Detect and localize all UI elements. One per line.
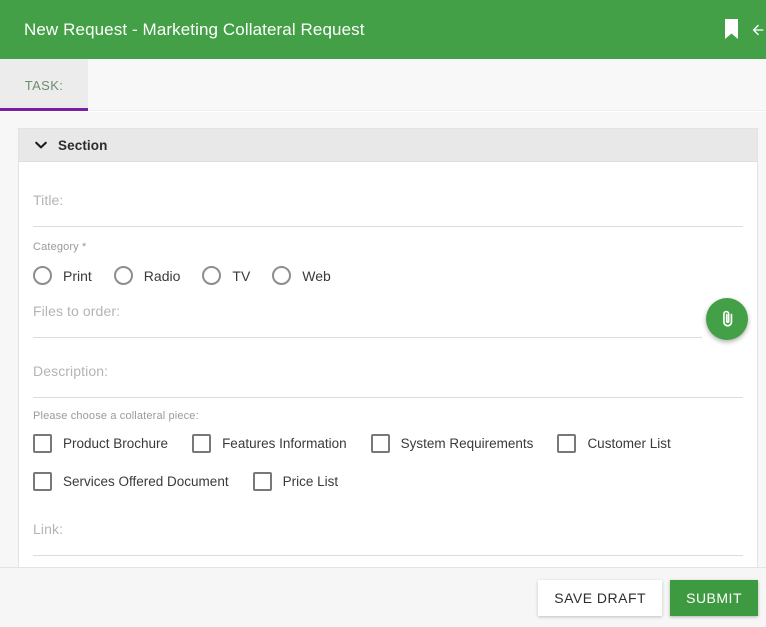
checkbox-features-information[interactable]: Features Information xyxy=(192,434,347,453)
title-underline xyxy=(33,226,743,227)
field-category: Category * Print Radio TV Web xyxy=(33,227,743,285)
checkbox-price-list[interactable]: Price List xyxy=(252,472,339,491)
checkbox-services-offered-document-box[interactable] xyxy=(33,472,52,491)
chevron-down-icon[interactable] xyxy=(33,137,49,153)
title-placeholder: Title: xyxy=(33,192,64,208)
checkbox-system-requirements[interactable]: System Requirements xyxy=(370,434,534,453)
section-header[interactable]: Section xyxy=(19,129,757,162)
checkbox-price-list-label: Price List xyxy=(282,474,339,489)
app-bar: New Request - Marketing Collateral Reque… xyxy=(0,0,766,59)
checkbox-customer-list-box[interactable] xyxy=(557,434,577,453)
back-arrow-icon[interactable] xyxy=(750,15,766,45)
form-page: Section Title: Category * Print Radio TV… xyxy=(0,112,766,627)
checkbox-system-requirements-label: System Requirements xyxy=(400,436,534,451)
form-body: Title: Category * Print Radio TV Web Fil… xyxy=(19,162,757,570)
radio-radio[interactable]: Radio xyxy=(113,266,181,285)
field-title[interactable]: Title: xyxy=(33,162,743,227)
link-underline xyxy=(33,555,743,556)
radio-web[interactable]: Web xyxy=(272,266,331,285)
form-footer: SAVE DRAFT SUBMIT xyxy=(0,567,766,627)
description-placeholder: Description: xyxy=(33,363,109,379)
tab-task-label: TASK: xyxy=(24,77,64,93)
radio-print-circle[interactable] xyxy=(33,266,52,285)
radio-tv-label: TV xyxy=(232,267,251,284)
app-bar-actions xyxy=(718,15,766,45)
radio-web-label: Web xyxy=(302,267,331,284)
radio-tv[interactable]: TV xyxy=(202,266,250,285)
checkbox-customer-list-label: Customer List xyxy=(587,436,671,451)
checkbox-product-brochure-label: Product Brochure xyxy=(63,436,169,451)
radio-web-circle[interactable] xyxy=(272,266,292,285)
bookmark-icon[interactable] xyxy=(718,15,744,45)
checkbox-product-brochure-box[interactable] xyxy=(33,434,52,453)
collateral-row-1: Product Brochure Features Information Sy… xyxy=(33,434,743,453)
checkbox-price-list-box[interactable] xyxy=(252,472,272,491)
page-title: New Request - Marketing Collateral Reque… xyxy=(24,19,365,39)
checkbox-system-requirements-box[interactable] xyxy=(370,434,390,453)
form-card: Section Title: Category * Print Radio TV… xyxy=(18,128,758,570)
tab-task[interactable]: TASK: xyxy=(0,59,88,111)
field-collateral: Please choose a collateral piece: Produc… xyxy=(33,398,743,491)
checkbox-services-offered-document-label: Services Offered Document xyxy=(63,474,229,489)
tab-strip: TASK: xyxy=(0,59,766,111)
checkbox-services-offered-document[interactable]: Services Offered Document xyxy=(33,472,229,491)
checkbox-customer-list[interactable]: Customer List xyxy=(557,434,671,453)
submit-button[interactable]: SUBMIT xyxy=(670,579,758,616)
section-title: Section xyxy=(58,137,108,153)
field-files-to-order[interactable]: Files to order: xyxy=(33,285,743,338)
checkbox-features-information-box[interactable] xyxy=(192,434,212,453)
collateral-row-2: Services Offered Document Price List xyxy=(33,472,743,491)
field-description[interactable]: Description: xyxy=(33,338,743,398)
description-underline xyxy=(33,397,743,398)
radio-tv-circle[interactable] xyxy=(202,266,222,285)
collateral-label: Please choose a collateral piece: xyxy=(33,410,199,422)
radio-print[interactable]: Print xyxy=(33,266,92,285)
category-label: Category * xyxy=(33,241,87,253)
radio-radio-circle[interactable] xyxy=(113,266,133,285)
radio-print-label: Print xyxy=(63,267,92,284)
save-draft-button[interactable]: SAVE DRAFT xyxy=(538,579,663,616)
checkbox-features-information-label: Features Information xyxy=(222,436,347,451)
tab-active-indicator xyxy=(0,108,88,111)
checkbox-product-brochure[interactable]: Product Brochure xyxy=(33,434,168,453)
category-radio-group: Print Radio TV Web xyxy=(33,266,743,285)
radio-radio-label: Radio xyxy=(143,267,181,284)
link-placeholder: Link: xyxy=(33,521,64,537)
field-link[interactable]: Link: xyxy=(33,491,743,570)
files-to-order-placeholder: Files to order: xyxy=(33,303,121,319)
attachment-button[interactable] xyxy=(706,298,748,340)
